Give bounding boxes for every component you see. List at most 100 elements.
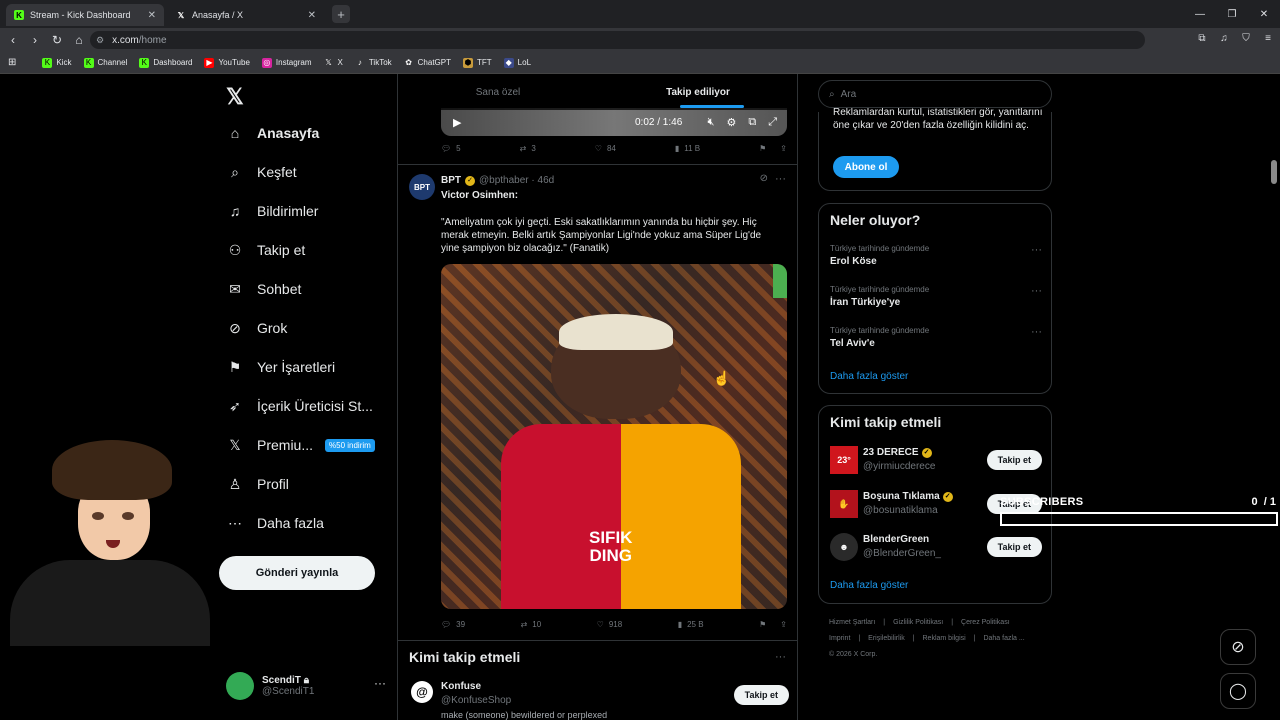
address-bar[interactable]: ⚙ x.com/home <box>90 31 1145 49</box>
more-icon[interactable]: ··· <box>1031 244 1042 256</box>
trend-item[interactable]: Türkiye tarihinde gündemde Tel Aviv'e ··… <box>830 326 1042 349</box>
minimize-button[interactable]: — <box>1184 9 1216 20</box>
trend-topic: İran Türkiye'ye <box>830 297 901 308</box>
views-button[interactable]: ▮ 25 B <box>678 620 704 629</box>
tweet-photo[interactable]: SIFIK DING <box>441 264 787 609</box>
search-input[interactable]: ⌕ Ara <box>818 80 1052 108</box>
show-more-link[interactable]: Daha fazla göster <box>830 580 908 591</box>
x-logo-icon[interactable]: 𝕏 <box>226 84 244 110</box>
footer-link[interactable]: Imprint <box>829 635 850 642</box>
more-icon[interactable]: ··· <box>775 651 786 663</box>
follow-button[interactable]: Takip et <box>733 685 789 705</box>
nav-chat[interactable]: ✉ Sohbet <box>226 280 301 298</box>
more-icon[interactable]: ··· <box>1031 285 1042 297</box>
reply-button[interactable]: 💬︎ 39 <box>441 620 465 629</box>
tab-x-home[interactable]: 𝕏 Anasayfa / X ✕ <box>168 4 324 26</box>
post-button[interactable]: Gönderi yayınla <box>219 556 375 590</box>
follow-suggestion[interactable]: ☻ BlenderGreen @BlenderGreen_ Takip et <box>830 533 1042 563</box>
bookmark-x[interactable]: 𝕏X <box>323 58 343 68</box>
author-handle[interactable]: @bpthaber · 46d <box>479 175 554 186</box>
extensions-icon[interactable]: ⧉ <box>1194 31 1210 47</box>
bookmark-tft[interactable]: ⬢ TFT <box>463 57 492 68</box>
nav-premium[interactable]: 𝕏 Premiu... %50 indirim <box>226 436 375 454</box>
repost-button[interactable]: ⇄ 10 <box>521 620 542 629</box>
chart-icon: ▮ <box>677 620 683 629</box>
share-icon[interactable]: ⇪ <box>780 144 787 153</box>
follow-button[interactable]: Takip et <box>986 537 1042 557</box>
share-icon[interactable]: ⇪ <box>780 620 787 629</box>
bookmark-kick[interactable]: K Kick <box>42 57 72 68</box>
tab-following[interactable]: Takip ediliyor <box>598 74 797 110</box>
bookmark-tiktok[interactable]: ♪ TikTok <box>355 58 392 68</box>
player-hair <box>559 314 673 350</box>
follow-suggestion[interactable]: 23° 23 DERECE ✓ @yirmiucderece Takip et <box>830 446 1042 476</box>
nav-profile[interactable]: ♙ Profil <box>226 475 289 493</box>
scrollbar[interactable] <box>1271 160 1277 184</box>
nav-explore[interactable]: ⌕ Keşfet <box>226 163 297 181</box>
restore-button[interactable]: ❐ <box>1216 9 1248 20</box>
follow-button[interactable]: Takip et <box>986 450 1042 470</box>
settings-icon[interactable]: ⚙ <box>726 116 736 129</box>
views-button[interactable]: ▮ 11 B <box>675 144 700 153</box>
close-window-button[interactable]: ✕ <box>1248 9 1280 20</box>
bookmark-instagram[interactable]: ◎ Instagram <box>261 57 311 68</box>
apps-icon[interactable]: ⊞ <box>8 57 16 68</box>
nav-creator-studio[interactable]: ➶ İçerik Üreticisi St... <box>226 397 373 415</box>
trend-item[interactable]: Türkiye tarihinde gündemde İran Türkiye'… <box>830 285 1042 308</box>
nav-bookmarks[interactable]: ⚑ Yer İşaretleri <box>226 358 335 376</box>
bookmark-channel[interactable]: K Channel <box>83 57 127 68</box>
pip-icon[interactable]: ⧉ <box>748 116 756 129</box>
bookmark-chatgpt[interactable]: ✿ ChatGPT <box>404 58 451 68</box>
home-icon[interactable]: ⌂ <box>70 33 88 47</box>
close-icon[interactable]: ✕ <box>308 10 316 21</box>
footer-link[interactable]: Gizlilik Politikası <box>893 619 943 626</box>
reply-button[interactable]: 💬︎ 5 <box>441 144 461 153</box>
nav-grok[interactable]: ⊘ Grok <box>226 319 287 337</box>
bookmark-lol[interactable]: ◆ LoL <box>503 57 531 68</box>
trend-item[interactable]: Türkiye tarihinde gündemde Erol Köse ··· <box>830 244 1042 267</box>
bookmark-youtube[interactable]: ▶ YouTube <box>204 57 250 68</box>
back-icon[interactable]: ‹ <box>4 33 22 47</box>
bookmark-dashboard[interactable]: K Dashboard <box>139 57 192 68</box>
bookmark-button[interactable]: ⚑ ⇪ <box>759 144 787 153</box>
footer-link[interactable]: Çerez Politikası <box>961 619 1010 626</box>
nav-more[interactable]: ⋯ Daha fazla <box>226 514 324 532</box>
bookmark-button[interactable]: ⚑ ⇪ <box>759 620 787 629</box>
menu-icon[interactable]: ≡ <box>1260 31 1276 47</box>
grok-icon[interactable]: ⊘ <box>760 173 768 184</box>
account-switcher[interactable]: ScendiT 🔒︎ @ScendiT1 ··· <box>226 672 396 700</box>
nav-home[interactable]: ⌂ Anasayfa <box>226 124 320 142</box>
new-tab-button[interactable]: + <box>332 5 350 23</box>
footer-link[interactable]: Daha fazla ... <box>983 635 1024 642</box>
footer-link[interactable]: Reklam bilgisi <box>923 635 966 642</box>
footer-link[interactable]: Erişilebilirlik <box>868 635 905 642</box>
play-icon[interactable]: ▶ <box>453 116 461 129</box>
show-more-link[interactable]: Daha fazla göster <box>830 371 908 382</box>
more-icon[interactable]: ··· <box>775 173 786 185</box>
follow-suggestion[interactable]: @ Konfuse @KonfuseShop make (someone) be… <box>409 679 789 720</box>
avatar[interactable]: BPT <box>409 174 435 200</box>
more-icon[interactable]: ··· <box>374 676 386 690</box>
shield-icon[interactable]: ⛉ <box>1238 31 1254 47</box>
repost-button[interactable]: ⇄ 3 <box>520 144 536 153</box>
site-info-icon[interactable]: ⚙ <box>96 35 104 46</box>
close-icon[interactable]: ✕ <box>148 10 156 21</box>
video-player[interactable]: ▶ 0:02 / 1:46 🔇︎ ⚙ ⧉ ⤢ <box>441 108 787 136</box>
like-button[interactable]: ♡ 84 <box>595 144 616 153</box>
music-icon[interactable]: ♫ <box>1216 31 1232 47</box>
messages-fab-button[interactable]: ◯ <box>1220 673 1256 709</box>
author-name[interactable]: BPT <box>441 175 461 186</box>
forward-icon[interactable]: › <box>26 33 44 47</box>
grok-fab-button[interactable]: ⊘ <box>1220 629 1256 665</box>
subscribe-button[interactable]: Abone ol <box>833 156 899 178</box>
tab-kick-dashboard[interactable]: K Stream - Kick Dashboard ✕ <box>6 4 164 26</box>
tab-for-you[interactable]: Sana özel <box>398 74 598 110</box>
nav-notifications[interactable]: ♫ Bildirimler <box>226 202 319 220</box>
mute-icon[interactable]: 🔇︎ <box>708 116 715 129</box>
nav-follow[interactable]: ⚇ Takip et <box>226 241 306 259</box>
reload-icon[interactable]: ↻ <box>48 33 66 47</box>
fullscreen-icon[interactable]: ⤢ <box>768 116 777 129</box>
more-icon[interactable]: ··· <box>1031 326 1042 338</box>
like-button[interactable]: ♡ 918 <box>597 620 623 629</box>
footer-link[interactable]: Hizmet Şartları <box>829 619 875 626</box>
